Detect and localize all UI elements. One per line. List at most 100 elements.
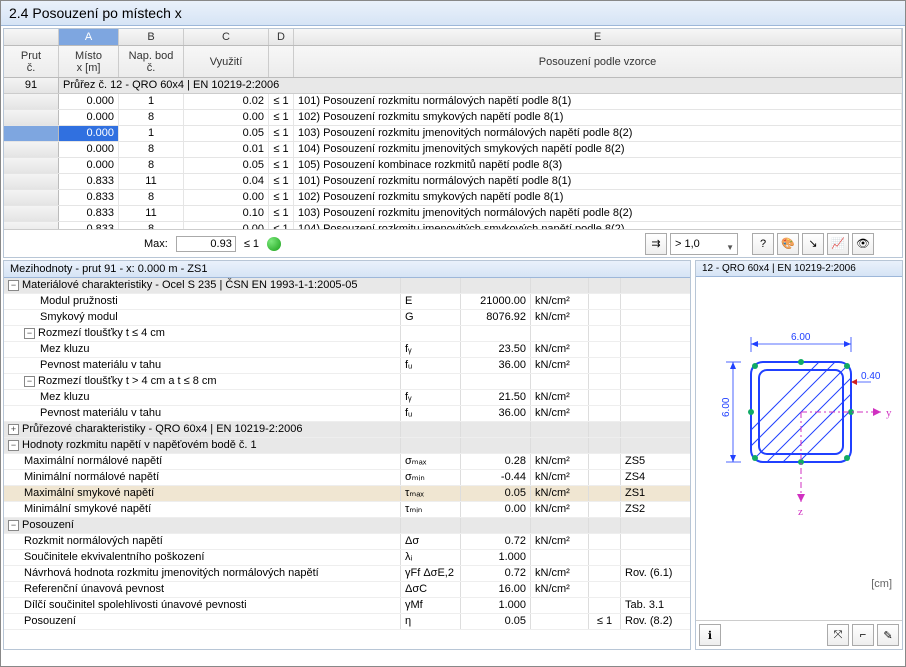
tree-row[interactable]: −Hodnoty rozkmitu napětí v napěťovém bod…	[4, 438, 690, 454]
cell-util[interactable]: 0.05	[184, 158, 269, 173]
cell-cond[interactable]: ≤ 1	[269, 94, 294, 109]
tree-row[interactable]: Smykový modulG8076.92kN/cm²	[4, 310, 690, 326]
tree-row[interactable]: Minimální normálové napětíσₘᵢₙ-0.44kN/cm…	[4, 470, 690, 486]
cell-cond[interactable]: ≤ 1	[269, 190, 294, 205]
cell-util[interactable]: 0.01	[184, 142, 269, 157]
toggle-icon[interactable]: −	[8, 440, 19, 451]
table-row[interactable]: 0.00010.05≤ 1103) Posouzení rozkmitu jme…	[4, 126, 902, 142]
toggle-icon[interactable]: −	[24, 376, 35, 387]
group-num: 91	[4, 78, 59, 93]
tree-row[interactable]: Dílčí součinitel spolehlivosti únavové p…	[4, 598, 690, 614]
cell-cond[interactable]: ≤ 1	[269, 174, 294, 189]
help-button[interactable]: ?	[752, 233, 774, 255]
max-value-input[interactable]	[176, 236, 236, 252]
cell-util[interactable]: 0.10	[184, 206, 269, 221]
tree-row[interactable]: Posouzeníη0.05≤ 1Rov. (8.2)	[4, 614, 690, 630]
cell-nb[interactable]: 11	[119, 206, 184, 221]
toggle-icon[interactable]: +	[8, 424, 19, 435]
col-header-A[interactable]: A	[59, 29, 119, 45]
tree-ref	[620, 374, 690, 389]
tree-row[interactable]: Maximální normálové napětíσₘₐₓ0.28kN/cm²…	[4, 454, 690, 470]
col-header-D[interactable]: D	[269, 29, 294, 45]
table-row[interactable]: 0.00010.02≤ 1101) Posouzení rozkmitu nor…	[4, 94, 902, 110]
jump-button[interactable]: ↘	[802, 233, 824, 255]
cell-x[interactable]: 0.000	[59, 126, 119, 141]
toggle-icon[interactable]: −	[8, 520, 19, 531]
cell-nb[interactable]: 1	[119, 126, 184, 141]
tree-row[interactable]: −Rozmezí tloušťky t ≤ 4 cm	[4, 326, 690, 342]
cell-desc[interactable]: 103) Posouzení rozkmitu jmenovitých norm…	[294, 206, 902, 221]
cell-x[interactable]: 0.000	[59, 142, 119, 157]
cell-cond[interactable]: ≤ 1	[269, 158, 294, 173]
axes-button[interactable]: ⌐	[852, 624, 874, 646]
tree-row[interactable]: Referenční únavová pevnostΔσC16.00kN/cm²	[4, 582, 690, 598]
cell-x[interactable]: 0.833	[59, 206, 119, 221]
cell-cond[interactable]: ≤ 1	[269, 206, 294, 221]
cell-util[interactable]: 0.00	[184, 190, 269, 205]
cell-desc[interactable]: 101) Posouzení rozkmitu normálových napě…	[294, 174, 902, 189]
details-tree[interactable]: −Materiálové charakteristiky - Ocel S 23…	[4, 278, 690, 649]
tree-row[interactable]: −Posouzení	[4, 518, 690, 534]
tree-row[interactable]: Mez kluzufᵧ21.50kN/cm²	[4, 390, 690, 406]
cell-desc[interactable]: 103) Posouzení rozkmitu jmenovitých norm…	[294, 126, 902, 141]
column-subheaders: Prutč. Místox [m] Nap. bodč. Využití Pos…	[4, 46, 902, 78]
cell-x[interactable]: 0.000	[59, 158, 119, 173]
cell-cond[interactable]: ≤ 1	[269, 110, 294, 125]
stress-button[interactable]: ⤧	[827, 624, 849, 646]
tree-row[interactable]: Pevnost materiálu v tahufᵤ36.00kN/cm²	[4, 358, 690, 374]
cell-nb[interactable]: 11	[119, 174, 184, 189]
print-button[interactable]: ✎	[877, 624, 899, 646]
tree-row[interactable]: Mez kluzufᵧ23.50kN/cm²	[4, 342, 690, 358]
cell-nb[interactable]: 8	[119, 190, 184, 205]
group-row[interactable]: 91 Průřez č. 12 - QRO 60x4 | EN 10219-2:…	[4, 78, 902, 94]
tree-row[interactable]: Součinitele ekvivalentního poškozeníλᵢ1.…	[4, 550, 690, 566]
cell-nb[interactable]: 8	[119, 110, 184, 125]
table-row[interactable]: 0.833110.04≤ 1101) Posouzení rozkmitu no…	[4, 174, 902, 190]
info-button[interactable]: ℹ	[699, 624, 721, 646]
cell-util[interactable]: 0.04	[184, 174, 269, 189]
cell-x[interactable]: 0.000	[59, 94, 119, 109]
cell-desc[interactable]: 102) Posouzení rozkmitu smykových napětí…	[294, 190, 902, 205]
col-header-E[interactable]: E	[294, 29, 902, 45]
cell-x[interactable]: 0.833	[59, 190, 119, 205]
cell-nb[interactable]: 1	[119, 94, 184, 109]
cell-x[interactable]: 0.833	[59, 174, 119, 189]
table-row[interactable]: 0.833110.10≤ 1103) Posouzení rozkmitu jm…	[4, 206, 902, 222]
eye-button[interactable]: 👁	[852, 233, 874, 255]
tree-row[interactable]: Návrhová hodnota rozkmitu jmenovitých no…	[4, 566, 690, 582]
tree-row[interactable]: Pevnost materiálu v tahufᵤ36.00kN/cm²	[4, 406, 690, 422]
toggle-icon[interactable]: −	[24, 328, 35, 339]
cell-util[interactable]: 0.00	[184, 110, 269, 125]
tree-value: 23.50	[460, 342, 530, 357]
tree-row[interactable]: Maximální smykové napětíτₘₐₓ0.05kN/cm²ZS…	[4, 486, 690, 502]
col-header-B[interactable]: B	[119, 29, 184, 45]
cell-nb[interactable]: 8	[119, 142, 184, 157]
table-row[interactable]: 0.00080.01≤ 1104) Posouzení rozkmitu jme…	[4, 142, 902, 158]
filter-combo[interactable]: > 1,0	[670, 233, 738, 255]
colors-button[interactable]: 🎨	[777, 233, 799, 255]
cell-util[interactable]: 0.05	[184, 126, 269, 141]
table-row[interactable]: 0.00080.05≤ 1105) Posouzení kombinace ro…	[4, 158, 902, 174]
cell-desc[interactable]: 101) Posouzení rozkmitu normálových napě…	[294, 94, 902, 109]
cell-x[interactable]: 0.000	[59, 110, 119, 125]
cell-util[interactable]: 0.02	[184, 94, 269, 109]
col-header-C[interactable]: C	[184, 29, 269, 45]
section-canvas[interactable]: y z 6.00 6.00 0.40 [cm]	[696, 277, 902, 620]
table-row[interactable]: 0.83380.00≤ 1102) Posouzení rozkmitu smy…	[4, 190, 902, 206]
table-row[interactable]: 0.00080.00≤ 1102) Posouzení rozkmitu smy…	[4, 110, 902, 126]
cell-desc[interactable]: 105) Posouzení kombinace rozkmitů napětí…	[294, 158, 902, 173]
tree-row[interactable]: −Materiálové charakteristiky - Ocel S 23…	[4, 278, 690, 294]
cell-desc[interactable]: 102) Posouzení rozkmitu smykových napětí…	[294, 110, 902, 125]
tree-row[interactable]: +Průřezové charakteristiky - QRO 60x4 | …	[4, 422, 690, 438]
toggle-icon[interactable]: −	[8, 280, 19, 291]
cell-cond[interactable]: ≤ 1	[269, 142, 294, 157]
cell-cond[interactable]: ≤ 1	[269, 126, 294, 141]
tree-row[interactable]: Modul pružnostiE21000.00kN/cm²	[4, 294, 690, 310]
tree-row[interactable]: Rozkmit normálových napětíΔσ0.72kN/cm²	[4, 534, 690, 550]
tree-row[interactable]: −Rozmezí tloušťky t > 4 cm a t ≤ 8 cm	[4, 374, 690, 390]
graph-button[interactable]: 📈	[827, 233, 849, 255]
filter-button[interactable]: ⇉	[645, 233, 667, 255]
tree-row[interactable]: Minimální smykové napětíτₘᵢₙ0.00kN/cm²ZS…	[4, 502, 690, 518]
cell-nb[interactable]: 8	[119, 158, 184, 173]
cell-desc[interactable]: 104) Posouzení rozkmitu jmenovitých smyk…	[294, 142, 902, 157]
